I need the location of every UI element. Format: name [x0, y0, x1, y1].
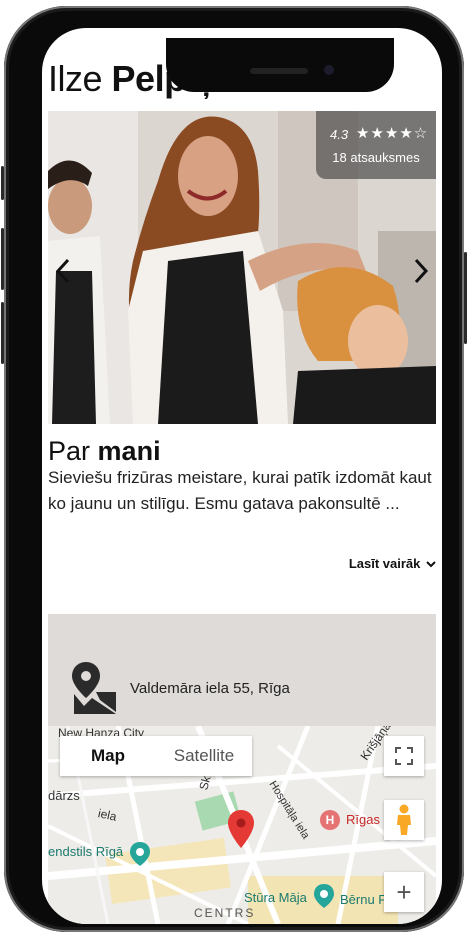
map-label: dārzs — [48, 788, 80, 803]
address-text: Valdemāra iela 55, Rīga — [130, 680, 290, 697]
pegman-icon[interactable] — [384, 800, 424, 840]
read-more-link[interactable]: Lasīt vairāk — [349, 556, 436, 571]
map-location-icon — [72, 662, 118, 719]
side-button — [1, 302, 4, 364]
side-button — [1, 166, 4, 200]
map-label: endstils Rīgā — [48, 844, 124, 859]
map-label: Bērnu P — [340, 892, 387, 907]
about-heading-bold: mani — [97, 436, 161, 466]
profile-first-name: Ilze — [48, 58, 103, 99]
map-type-map-button[interactable]: Map — [60, 736, 156, 776]
map-pin-icon[interactable] — [228, 810, 254, 848]
photo-carousel[interactable]: 4.3 ★★★★☆ 18 atsauksmes — [48, 111, 436, 424]
rating-card: 4.3 ★★★★☆ 18 atsauksmes — [316, 111, 436, 179]
fullscreen-icon[interactable] — [384, 736, 424, 776]
rating-score: 4.3 — [330, 127, 349, 142]
phone-screen: Ilze Pelpiņa — [42, 28, 442, 924]
map-type-toggle: Map Satellite — [60, 736, 252, 776]
map-type-satellite-button[interactable]: Satellite — [156, 736, 252, 776]
zoom-in-label: + — [396, 876, 412, 907]
phone-notch — [166, 38, 394, 92]
map-label: CENTRS — [194, 906, 256, 920]
svg-text:H: H — [326, 813, 335, 827]
poi-marker-icon[interactable] — [314, 884, 334, 908]
chevron-right-icon[interactable] — [410, 257, 432, 285]
rating-stars: ★★★★☆ — [356, 125, 429, 142]
chevron-down-icon — [426, 561, 436, 568]
reviews-count[interactable]: 18 atsauksmes — [316, 150, 436, 165]
about-heading: Par mani — [48, 436, 161, 467]
poi-marker-icon[interactable] — [130, 842, 150, 866]
map-view[interactable]: New Hanza City Krišjāņa dārzs Sk Hospitā… — [48, 726, 436, 924]
hospital-icon[interactable]: H — [320, 810, 340, 830]
about-heading-prefix: Par — [48, 436, 91, 466]
front-camera — [324, 65, 334, 75]
read-more-label: Lasīt vairāk — [348, 556, 421, 571]
address-box: Valdemāra iela 55, Rīga — [48, 614, 436, 726]
phone-frame: Ilze Pelpiņa — [1, 6, 467, 932]
side-button — [1, 228, 4, 290]
chevron-left-icon[interactable] — [52, 257, 74, 285]
map-label: Stūra Māja — [244, 890, 307, 905]
about-text: Sieviešu frizūras meistare, kurai patīk … — [48, 468, 432, 513]
side-button — [464, 252, 467, 344]
speaker — [250, 68, 308, 74]
zoom-in-button[interactable]: + — [384, 872, 424, 912]
